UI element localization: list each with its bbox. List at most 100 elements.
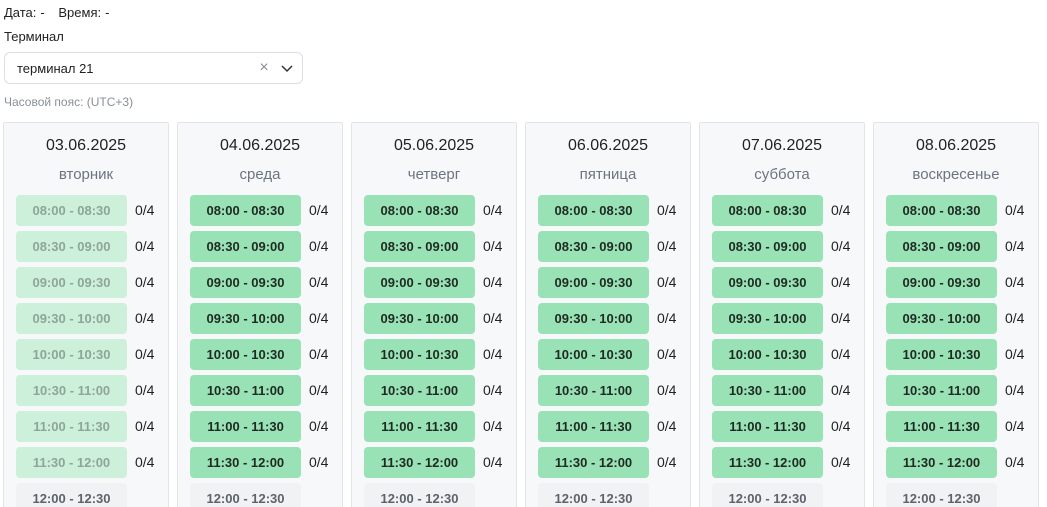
time-slot-button[interactable]: 10:00 - 10:30 (712, 339, 823, 370)
time-slot-button[interactable]: 08:30 - 09:00 (538, 231, 649, 262)
time-slot-button[interactable]: 08:00 - 08:30 (538, 195, 649, 226)
time-slot-button[interactable]: 11:00 - 11:30 (538, 411, 649, 442)
time-slot-button[interactable]: 09:30 - 10:00 (190, 303, 301, 334)
time-slot-button[interactable]: 08:30 - 09:00 (190, 231, 301, 262)
slot-capacity: 0/4 (309, 274, 329, 290)
time-slot: 10:00 - 10:30 0/4 (538, 339, 718, 370)
time-slot-button[interactable]: 08:30 - 09:00 (886, 231, 997, 262)
time-slot-button[interactable]: 11:00 - 11:30 (712, 411, 823, 442)
time-slot-button[interactable]: 10:30 - 11:00 (712, 375, 823, 406)
time-slot-button: 10:30 - 11:00 (16, 375, 127, 406)
time-slot: 08:00 - 08:30 0/4 (364, 195, 544, 226)
time-slot-button[interactable]: 10:00 - 10:30 (886, 339, 997, 370)
slot-capacity: 0/4 (831, 346, 851, 362)
day-column: 05.06.2025 четверг 08:00 - 08:30 0/4 08:30 -… (351, 122, 517, 507)
time-slot-button[interactable]: 10:30 - 11:00 (538, 375, 649, 406)
slot-capacity: 0/4 (483, 382, 503, 398)
day-weekday: среда (239, 166, 281, 183)
slot-capacity: 0/4 (1005, 382, 1025, 398)
time-slot: 09:00 - 09:30 0/4 (538, 267, 718, 298)
slot-capacity: 0/4 (135, 454, 155, 470)
slot-capacity: 0/4 (135, 346, 155, 362)
day-date: 08.06.2025 (915, 137, 997, 154)
slot-capacity: 0/4 (831, 382, 851, 398)
terminal-label: Терминал (4, 29, 64, 44)
time-slot: 12:00 - 12:30 (16, 483, 196, 507)
time-slot-button: 11:00 - 11:30 (16, 411, 127, 442)
time-slot: 11:00 - 11:30 0/4 (712, 411, 892, 442)
slot-capacity: 0/4 (309, 310, 329, 326)
time-slot-button[interactable]: 09:30 - 10:00 (886, 303, 997, 334)
time-slot-button[interactable]: 11:30 - 12:00 (190, 447, 301, 478)
time-slot-button[interactable]: 11:00 - 11:30 (190, 411, 301, 442)
time-slot-button[interactable]: 08:00 - 08:30 (712, 195, 823, 226)
slot-capacity: 0/4 (135, 238, 155, 254)
time-slot-button[interactable]: 09:00 - 09:30 (364, 267, 475, 298)
slot-capacity: 0/4 (135, 382, 155, 398)
time-slot-button[interactable]: 10:30 - 11:00 (886, 375, 997, 406)
time-slot: 11:00 - 11:30 0/4 (538, 411, 718, 442)
time-slot-button: 09:00 - 09:30 (16, 267, 127, 298)
slot-capacity: 0/4 (483, 418, 503, 434)
terminal-select[interactable]: терминал 21 × (4, 52, 303, 84)
time-slot-button[interactable]: 10:00 - 10:30 (538, 339, 649, 370)
time-slot-button: 12:00 - 12:30 (364, 483, 475, 507)
slot-capacity: 0/4 (135, 310, 155, 326)
time-slot-button[interactable]: 08:30 - 09:00 (364, 231, 475, 262)
time-slot-button[interactable]: 09:30 - 10:00 (364, 303, 475, 334)
time-label: Время: (58, 5, 102, 20)
day-weekday: суббота (754, 166, 810, 183)
slot-capacity: 0/4 (657, 382, 677, 398)
time-slot: 08:30 - 09:00 0/4 (16, 231, 196, 262)
time-slot-button: 12:00 - 12:30 (886, 483, 997, 507)
day-weekday: воскресенье (912, 166, 1000, 183)
time-slot: 09:30 - 10:00 0/4 (364, 303, 544, 334)
time-slot: 09:00 - 09:30 0/4 (16, 267, 196, 298)
time-slot-button[interactable]: 08:00 - 08:30 (886, 195, 997, 226)
time-slot-button[interactable]: 09:00 - 09:30 (886, 267, 997, 298)
slot-capacity: 0/4 (1005, 454, 1025, 470)
time-slot-button[interactable]: 09:00 - 09:30 (538, 267, 649, 298)
time-slot-button[interactable]: 08:30 - 09:00 (712, 231, 823, 262)
time-slot-button: 12:00 - 12:30 (190, 483, 301, 507)
time-slot-button[interactable]: 09:00 - 09:30 (190, 267, 301, 298)
time-slot: 11:00 - 11:30 0/4 (16, 411, 196, 442)
time-slot-button: 12:00 - 12:30 (712, 483, 823, 507)
day-date: 07.06.2025 (741, 137, 823, 154)
time-slot-button[interactable]: 10:30 - 11:00 (364, 375, 475, 406)
day-column: 08.06.2025 воскресенье 08:00 - 08:30 0/4 08:… (873, 122, 1039, 507)
time-slot-button[interactable]: 11:00 - 11:30 (364, 411, 475, 442)
time-slot-button[interactable]: 09:30 - 10:00 (538, 303, 649, 334)
time-slot-button[interactable]: 09:00 - 09:30 (712, 267, 823, 298)
time-slot: 09:30 - 10:00 0/4 (712, 303, 892, 334)
slot-capacity: 0/4 (1005, 418, 1025, 434)
time-slot-button[interactable]: 11:30 - 12:00 (364, 447, 475, 478)
datetime-info: Дата: - Время: - (4, 5, 113, 20)
time-slot-button[interactable]: 08:00 - 08:30 (364, 195, 475, 226)
time-slot-button[interactable]: 10:30 - 11:00 (190, 375, 301, 406)
time-slot-button[interactable]: 11:30 - 12:00 (886, 447, 997, 478)
chevron-down-icon[interactable] (280, 61, 294, 75)
day-weekday: пятница (579, 166, 637, 183)
time-slot: 09:00 - 09:30 0/4 (190, 267, 370, 298)
time-slot-button[interactable]: 10:00 - 10:30 (190, 339, 301, 370)
time-slot: 09:00 - 09:30 0/4 (712, 267, 892, 298)
slot-capacity: 0/4 (831, 454, 851, 470)
slot-capacity: 0/4 (483, 238, 503, 254)
slot-capacity: 0/4 (657, 238, 677, 254)
time-slot: 10:30 - 11:00 0/4 (16, 375, 196, 406)
slot-capacity: 0/4 (657, 454, 677, 470)
time-slot: 11:30 - 12:00 0/4 (538, 447, 718, 478)
time-slot-button[interactable]: 11:00 - 11:30 (886, 411, 997, 442)
close-icon[interactable]: × (256, 60, 272, 76)
time-slot-button[interactable]: 08:00 - 08:30 (190, 195, 301, 226)
slot-capacity: 0/4 (483, 310, 503, 326)
time-slot-button[interactable]: 09:30 - 10:00 (712, 303, 823, 334)
time-slot-button[interactable]: 11:30 - 12:00 (712, 447, 823, 478)
time-slot: 08:00 - 08:30 0/4 (190, 195, 370, 226)
time-slot-button[interactable]: 11:30 - 12:00 (538, 447, 649, 478)
time-slot: 10:00 - 10:30 0/4 (712, 339, 892, 370)
time-slot-button[interactable]: 10:00 - 10:30 (364, 339, 475, 370)
time-slot-button: 08:30 - 09:00 (16, 231, 127, 262)
slot-capacity: 0/4 (135, 274, 155, 290)
